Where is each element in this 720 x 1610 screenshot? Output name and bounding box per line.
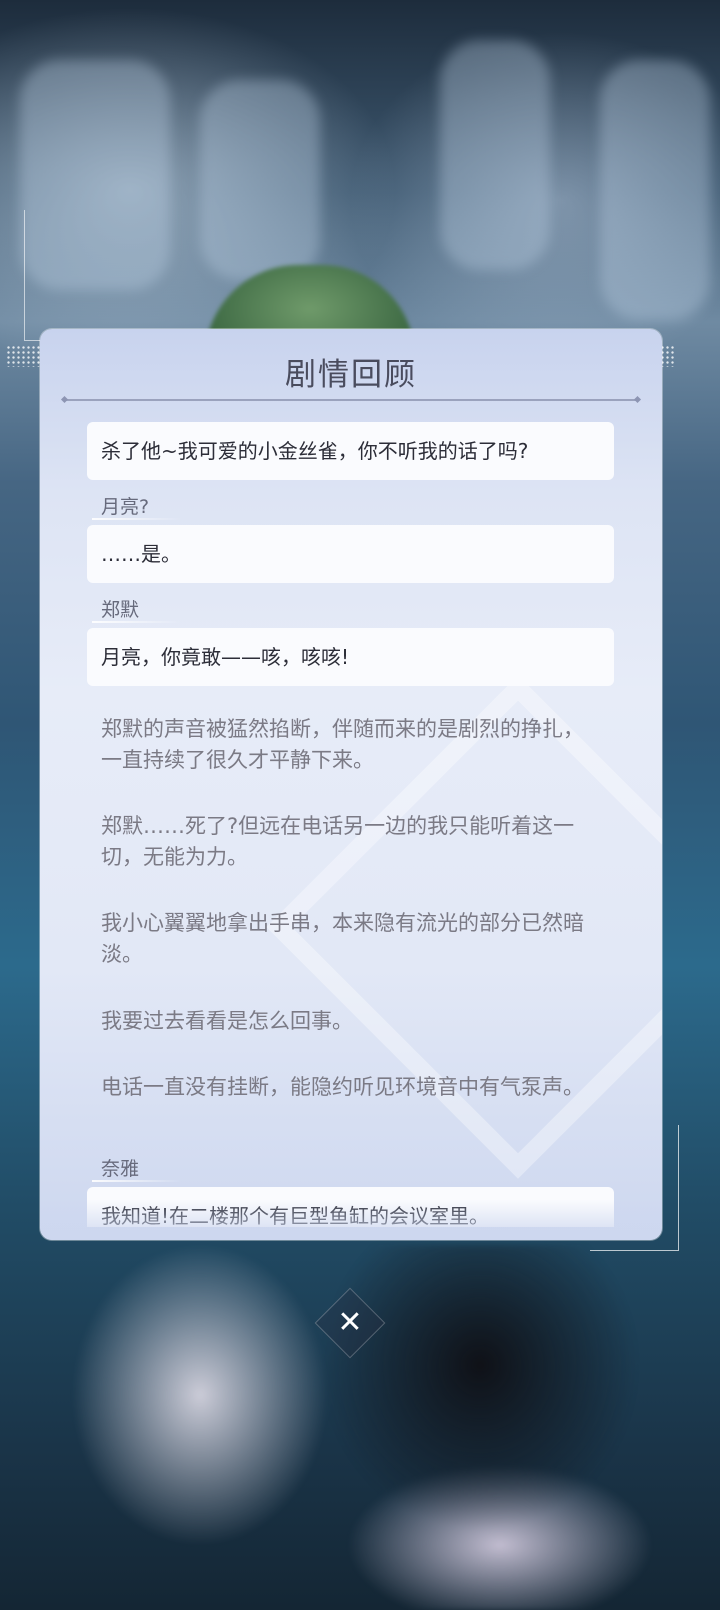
story-review-screen: 剧情回顾 杀了他~我可爱的小金丝雀，你不听我的话了吗? 月亮? ……是。 郑默 … (0, 0, 720, 1610)
dialogue-log-scroll[interactable]: 杀了他~我可爱的小金丝雀，你不听我的话了吗? 月亮? ……是。 郑默 月亮，你竟… (40, 409, 662, 1227)
panel-title: 剧情回顾 (285, 357, 417, 393)
narration-text: 我要过去看看是怎么回事。 (101, 1009, 353, 1033)
frame-corner-decoration (24, 210, 95, 341)
speaker-name: 月亮? (101, 496, 150, 518)
close-icon[interactable]: ✕ (325, 1298, 375, 1348)
background-statue (200, 80, 320, 280)
narration-text: 郑默……死了?但远在电话另一边的我只能听着这一切，无能为力。 (101, 814, 575, 869)
narration-text: 我小心翼翼地拿出手串，本来隐有流光的部分已然暗淡。 (101, 911, 584, 966)
narration-text: 郑默的声音被猛然掐断，伴随而来的是剧烈的挣扎，一直持续了很久才平静下来。 (101, 717, 584, 772)
dialogue-line: 月亮，你竟敢——咳，咳咳! (87, 628, 614, 686)
title-divider (64, 399, 638, 401)
background-statue (440, 40, 550, 270)
speaker-name: 郑默 (101, 599, 140, 621)
speaker-name: 奈雅 (101, 1158, 140, 1180)
narration-text: 电话一直没有挂断，能隐约听见环境音中有气泵声。 (101, 1075, 584, 1099)
dialogue-line: ……是。 (87, 525, 614, 583)
background-statue (600, 60, 710, 320)
scroll-fade (40, 1200, 662, 1240)
dialogue-line: 杀了他~我可爱的小金丝雀，你不听我的话了吗? (87, 422, 614, 480)
story-review-panel: 剧情回顾 杀了他~我可爱的小金丝雀，你不听我的话了吗? 月亮? ……是。 郑默 … (40, 329, 662, 1240)
